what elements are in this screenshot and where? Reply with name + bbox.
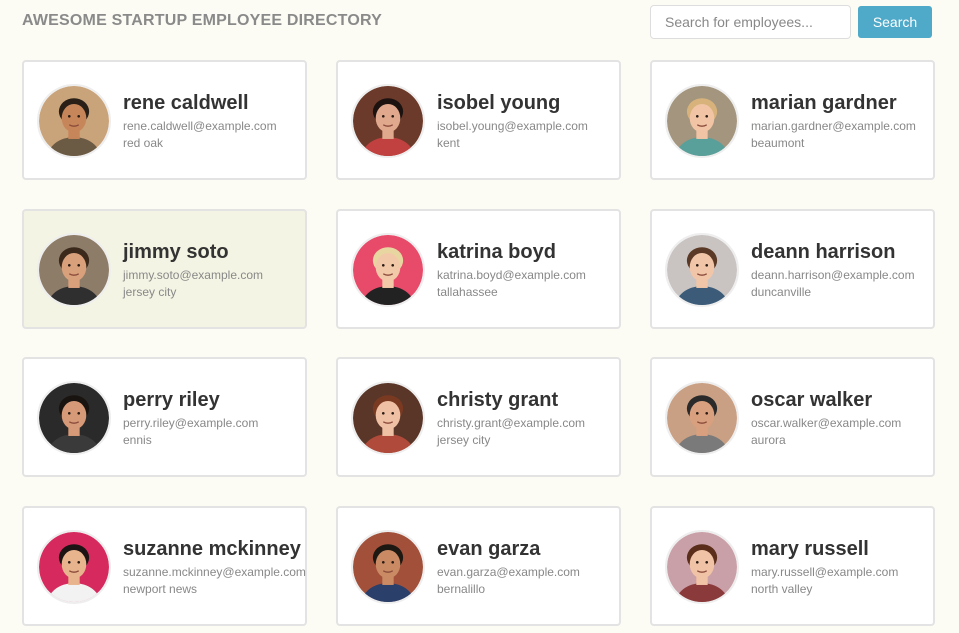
employee-name: mary russell [751,538,869,560]
avatar [665,233,739,307]
employee-card[interactable]: perry riley perry.riley@example.com ennis [22,357,307,477]
employee-email: oscar.walker@example.com [751,416,902,430]
employee-city: newport news [123,582,198,596]
employee-city: jersey city [123,285,177,299]
avatar [37,530,111,604]
employee-name: isobel young [437,92,561,114]
employee-email: deann.harrison@example.com [751,268,915,282]
employee-card[interactable]: mary russell mary.russell@example.com nort… [650,506,935,626]
employee-card[interactable]: deann harrison deann.harrison@example.com… [650,209,935,329]
employee-email: marian.gardner@example.com [751,119,916,133]
employee-city: north valley [751,582,813,596]
employee-name: katrina boyd [437,241,556,263]
employee-name: deann harrison [751,241,896,263]
employee-city: tallahassee [437,285,498,299]
employee-email: evan.garza@example.com [437,565,580,579]
employee-city: aurora [751,433,786,447]
employee-email: isobel.young@example.com [437,119,588,133]
avatar [351,233,425,307]
avatar [351,84,425,158]
employee-email: jimmy.soto@example.com [123,268,263,282]
employee-city: ennis [123,433,152,447]
employee-card[interactable]: oscar walker oscar.walker@example.com auro… [650,357,935,477]
search-input[interactable] [650,5,851,39]
employee-email: mary.russell@example.com [751,565,899,579]
employee-email: rene.caldwell@example.com [123,119,277,133]
avatar [665,530,739,604]
employee-card[interactable]: jimmy soto jimmy.soto@example.com jersey c… [22,209,307,329]
employee-city: red oak [123,136,164,150]
employee-card[interactable]: marian gardner marian.gardner@example.com… [650,60,935,180]
employee-city: bernalillo [437,582,486,596]
employee-name: perry riley [123,389,220,411]
employee-email: perry.riley@example.com [123,416,259,430]
avatar [37,381,111,455]
employee-card[interactable]: rene caldwell rene.caldwell@example.com re… [22,60,307,180]
employee-email: christy.grant@example.com [437,416,586,430]
search-button[interactable]: Search [858,6,932,38]
employee-card[interactable]: evan garza evan.garza@example.com bernalil… [336,506,621,626]
employee-name: rene caldwell [123,92,249,114]
employee-name: suzanne mckinney [123,538,301,560]
header: AWESOME STARTUP EMPLOYEE DIRECTORY Searc… [0,0,959,52]
employee-city: beaumont [751,136,805,150]
page-title: AWESOME STARTUP EMPLOYEE DIRECTORY [22,12,383,29]
avatar [665,84,739,158]
employee-city: duncanville [751,285,812,299]
employee-name: evan garza [437,538,541,560]
employee-card[interactable]: christy grant christy.grant@example.com je… [336,357,621,477]
avatar [351,530,425,604]
employee-card[interactable]: suzanne mckinney suzanne.mckinney@example… [22,506,307,626]
employee-name: jimmy soto [123,241,229,263]
avatar [37,84,111,158]
employee-email: katrina.boyd@example.com [437,268,586,282]
employee-name: oscar walker [751,389,873,411]
employee-card[interactable]: katrina boyd katrina.boyd@example.com tall… [336,209,621,329]
employee-city: kent [437,136,460,150]
employee-email: suzanne.mckinney@example.com [123,565,306,579]
avatar [665,381,739,455]
employee-name: marian gardner [751,92,897,114]
employee-name: christy grant [437,389,559,411]
employee-card[interactable]: isobel young isobel.young@example.com kent [336,60,621,180]
employee-city: jersey city [437,433,491,447]
avatar [351,381,425,455]
avatar [37,233,111,307]
